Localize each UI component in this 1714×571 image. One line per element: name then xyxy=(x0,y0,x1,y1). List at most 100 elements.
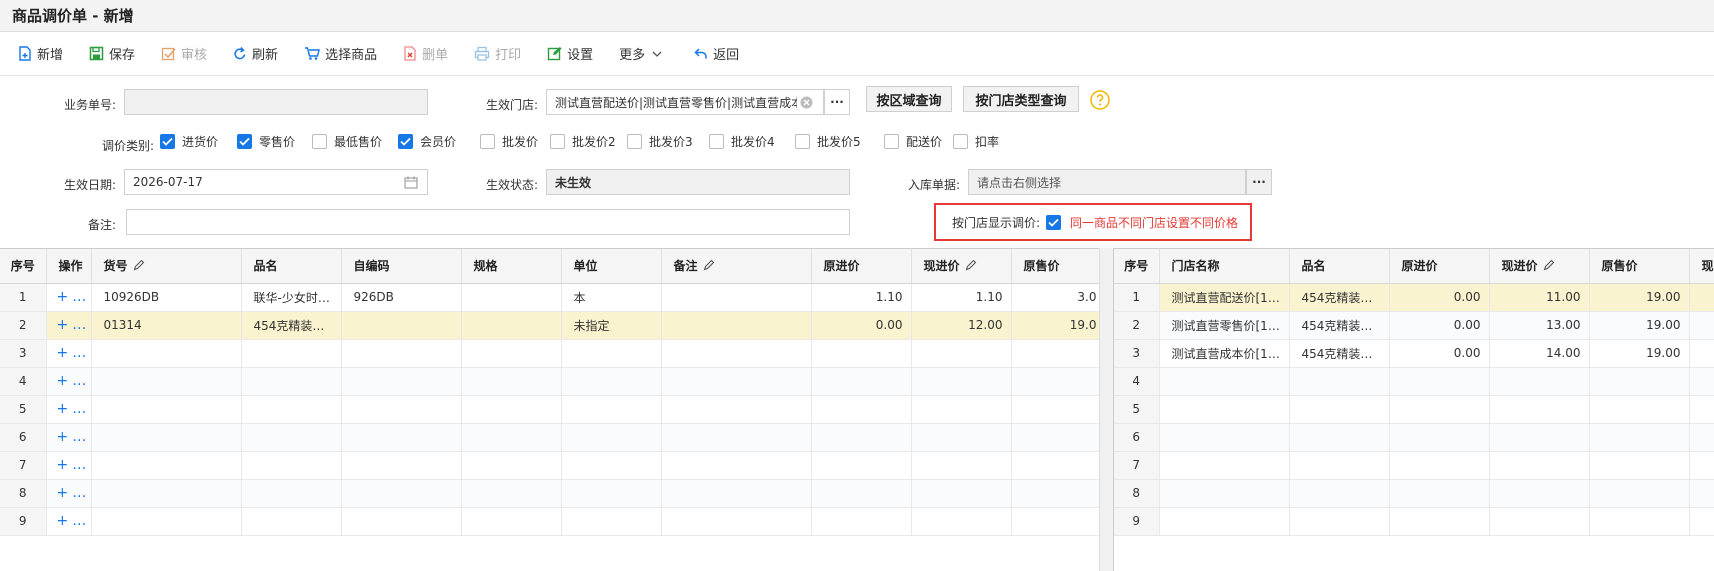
table-cell[interactable] xyxy=(661,339,812,368)
table-cell[interactable] xyxy=(811,423,912,452)
goods-table-scrollbar[interactable] xyxy=(1099,248,1113,571)
price-type-option-11[interactable]: 扣率 xyxy=(953,133,999,150)
table-cell[interactable]: 3.0 xyxy=(1011,283,1099,312)
goods-header-cell[interactable]: 现进价 xyxy=(911,249,1012,284)
table-cell[interactable]: 13.00 xyxy=(1489,311,1590,340)
table-cell[interactable] xyxy=(1011,451,1099,480)
table-row[interactable]: 6+ − xyxy=(0,423,1099,452)
table-cell[interactable] xyxy=(1489,479,1590,508)
table-cell[interactable] xyxy=(661,451,812,480)
table-cell[interactable] xyxy=(461,283,562,312)
table-cell[interactable]: 测试直营零售价[10… xyxy=(1159,311,1290,340)
table-cell[interactable] xyxy=(461,479,562,508)
table-cell[interactable] xyxy=(1289,451,1390,480)
table-cell[interactable]: 1.10 xyxy=(911,283,1012,312)
table-cell[interactable] xyxy=(1011,507,1099,536)
table-cell[interactable] xyxy=(241,367,342,396)
store-display-checkbox[interactable] xyxy=(1046,214,1062,230)
settings-button[interactable]: 设置 xyxy=(547,44,593,63)
table-cell[interactable]: 12.00 xyxy=(911,311,1012,340)
table-cell[interactable] xyxy=(1159,451,1290,480)
price-type-option-9[interactable]: 批发价5 xyxy=(795,133,861,150)
table-cell[interactable] xyxy=(1289,507,1390,536)
table-row[interactable]: 9+ − xyxy=(0,507,1099,536)
table-cell[interactable] xyxy=(1689,423,1714,452)
table-cell[interactable] xyxy=(1589,479,1690,508)
table-cell[interactable]: 454克精装蟹柳 xyxy=(1289,311,1390,340)
table-cell[interactable] xyxy=(1389,423,1490,452)
table-cell[interactable] xyxy=(1589,507,1690,536)
table-cell[interactable] xyxy=(1011,479,1099,508)
table-row[interactable]: 6 xyxy=(1114,423,1714,452)
table-cell[interactable] xyxy=(911,507,1012,536)
row-ops[interactable]: + − xyxy=(46,311,92,340)
store-type-query-button[interactable]: 按门店类型查询 xyxy=(963,86,1079,112)
table-cell[interactable]: 926DB xyxy=(341,283,462,312)
table-cell[interactable] xyxy=(341,479,462,508)
table-cell[interactable] xyxy=(91,367,242,396)
table-row[interactable]: 9 xyxy=(1114,507,1714,536)
store-header-cell[interactable]: 现进价 xyxy=(1489,249,1590,284)
price-type-checkbox[interactable] xyxy=(312,134,327,149)
table-cell[interactable]: 联华-少女时… xyxy=(241,283,342,312)
date-input[interactable]: 2026-07-17 xyxy=(124,169,428,195)
table-cell[interactable] xyxy=(1159,507,1290,536)
table-cell[interactable] xyxy=(661,283,812,312)
table-row[interactable]: 2 测试直营零售价[10… 454克精装蟹柳 0.00 13.00 19.00 xyxy=(1114,311,1714,340)
table-cell[interactable] xyxy=(1489,367,1590,396)
table-cell[interactable] xyxy=(341,395,462,424)
table-cell[interactable] xyxy=(911,395,1012,424)
more-button[interactable]: 更多 xyxy=(619,44,668,63)
refresh-button[interactable]: 刷新 xyxy=(233,44,278,63)
goods-header-cell[interactable]: 序号 xyxy=(0,249,47,284)
table-cell[interactable]: 未指定 xyxy=(561,311,662,340)
table-cell[interactable] xyxy=(1589,395,1690,424)
table-cell[interactable] xyxy=(341,339,462,368)
price-type-option-5[interactable]: 批发价 xyxy=(480,133,538,150)
table-cell[interactable] xyxy=(1689,507,1714,536)
table-cell[interactable]: 10926DB xyxy=(91,283,242,312)
table-cell[interactable] xyxy=(461,367,562,396)
audit-button[interactable]: 审核 xyxy=(161,44,207,63)
table-cell[interactable]: 454克精装蟹柳 xyxy=(1289,339,1390,368)
table-row[interactable]: 8 xyxy=(1114,479,1714,508)
table-cell[interactable] xyxy=(911,367,1012,396)
table-cell[interactable] xyxy=(1489,395,1590,424)
goods-header-cell[interactable]: 单位 xyxy=(561,249,662,284)
table-cell[interactable] xyxy=(911,451,1012,480)
price-type-option-8[interactable]: 批发价4 xyxy=(709,133,775,150)
table-cell[interactable] xyxy=(241,339,342,368)
table-row[interactable]: 5 xyxy=(1114,395,1714,424)
table-cell[interactable]: 测试直营成本价[10… xyxy=(1159,339,1290,368)
table-cell[interactable] xyxy=(1011,395,1099,424)
table-cell[interactable] xyxy=(811,507,912,536)
row-ops[interactable]: + − xyxy=(46,479,92,508)
table-cell[interactable]: 本 xyxy=(561,283,662,312)
table-cell[interactable] xyxy=(91,339,242,368)
area-query-button[interactable]: 按区域查询 xyxy=(866,86,952,112)
table-cell[interactable] xyxy=(661,423,812,452)
table-cell[interactable] xyxy=(1289,479,1390,508)
clear-icon[interactable] xyxy=(800,96,813,109)
price-type-checkbox[interactable] xyxy=(398,134,413,149)
price-type-checkbox[interactable] xyxy=(795,134,810,149)
table-cell[interactable] xyxy=(1011,367,1099,396)
remark-input[interactable] xyxy=(126,209,850,235)
store-header-cell[interactable]: 品名 xyxy=(1289,249,1390,284)
table-cell[interactable]: 01314 xyxy=(91,311,242,340)
table-cell[interactable] xyxy=(1389,451,1490,480)
table-cell[interactable] xyxy=(1159,423,1290,452)
table-cell[interactable] xyxy=(1689,339,1714,368)
table-cell[interactable] xyxy=(661,507,812,536)
store-header-cell[interactable]: 现 xyxy=(1689,249,1714,284)
goods-header-cell[interactable]: 操作 xyxy=(46,249,92,284)
table-cell[interactable] xyxy=(1389,367,1490,396)
table-cell[interactable]: 454克精装蟹柳 xyxy=(1289,283,1390,312)
price-type-checkbox[interactable] xyxy=(709,134,724,149)
price-type-option-1[interactable]: 进货价 xyxy=(160,133,218,150)
table-row[interactable]: 1 测试直营配送价[10… 454克精装蟹柳 0.00 11.00 19.00 xyxy=(1114,283,1714,312)
table-cell[interactable] xyxy=(241,451,342,480)
table-cell[interactable] xyxy=(341,507,462,536)
receipt-input[interactable]: 请点击右侧选择 xyxy=(968,169,1246,195)
table-cell[interactable] xyxy=(241,507,342,536)
